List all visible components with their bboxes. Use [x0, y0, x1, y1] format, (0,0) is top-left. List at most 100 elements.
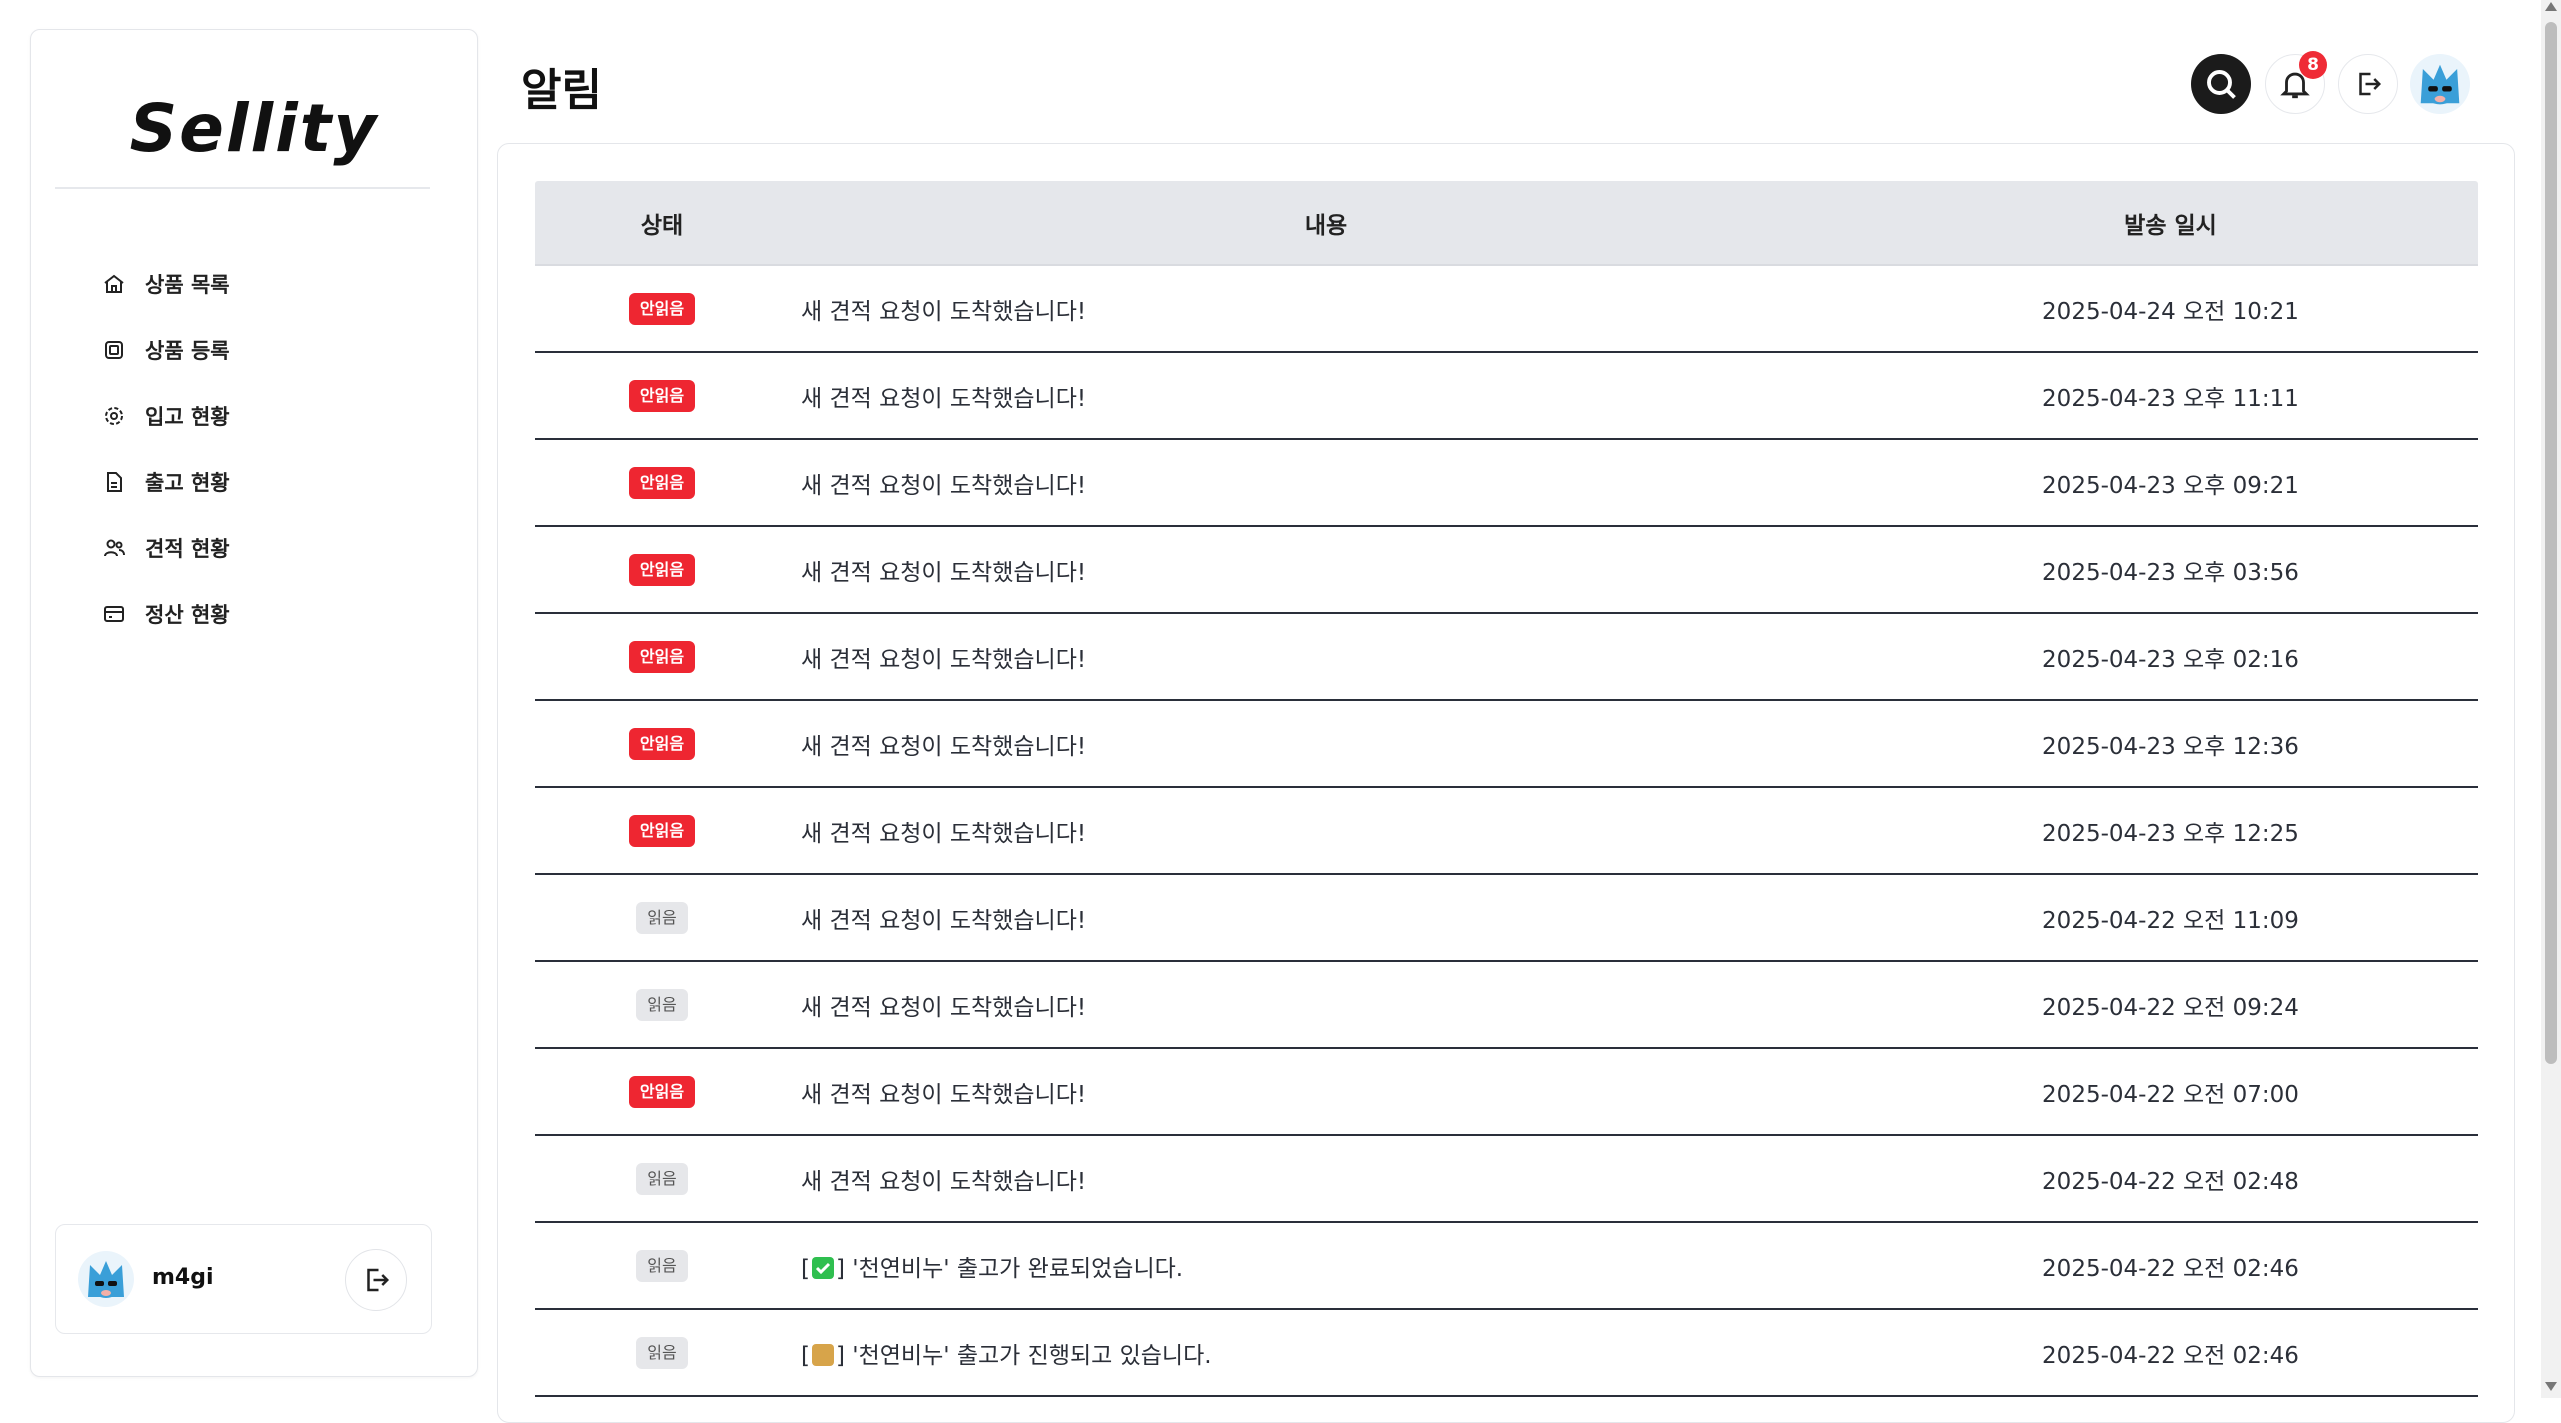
- sidebar-item-label: 견적 현황: [145, 537, 230, 561]
- sidebar-item-settlement[interactable]: 정산 현황: [101, 592, 230, 636]
- notification-content: [ ] '천연비누' 출고가 진행되고 있습니다.: [789, 1336, 1863, 1370]
- table-row[interactable]: 읽음 새 견적 요청이 도착했습니다! 2025-04-22 오전 09:24: [535, 962, 2478, 1049]
- logout-icon: [367, 1268, 390, 1292]
- header-logout-button[interactable]: [2338, 54, 2398, 114]
- status-badge: 읽음: [636, 1162, 688, 1195]
- table-row[interactable]: 읽음 [ ] '천연비누' 출고가 진행되고 있습니다. 2025-04-22 오…: [535, 1310, 2478, 1397]
- cube-icon: [101, 337, 127, 363]
- notification-content: 새 견적 요청이 도착했습니다!: [801, 472, 1087, 499]
- notification-content: 새 견적 요청이 도착했습니다!: [801, 298, 1087, 325]
- notification-content: 새 견적 요청이 도착했습니다!: [801, 1081, 1087, 1108]
- notification-date: 2025-04-23 오후 09:21: [2042, 472, 2299, 499]
- status-badge: 읽음: [636, 1249, 688, 1282]
- document-icon: [101, 469, 127, 495]
- table-row[interactable]: 안읽음 새 견적 요청이 도착했습니다! 2025-04-23 오후 12:25: [535, 788, 2478, 875]
- notification-content: 새 견적 요청이 도착했습니다!: [801, 907, 1087, 934]
- cat-avatar-icon: [78, 1251, 134, 1307]
- sidebar-item-label: 출고 현황: [145, 471, 230, 495]
- notification-date: 2025-04-22 오전 07:00: [2042, 1081, 2299, 1108]
- notification-content: [ ] '천연비누' 출고가 완료되었습니다.: [789, 1249, 1863, 1283]
- status-badge: 안읽음: [628, 727, 696, 760]
- sidebar-item-label: 상품 등록: [145, 339, 230, 363]
- table-header: 상태 내용 발송 일시: [535, 181, 2478, 266]
- notification-count-badge: 8: [2299, 51, 2327, 79]
- divider: [55, 187, 430, 189]
- table-row[interactable]: 읽음 새 견적 요청이 도착했습니다! 2025-04-22 오전 02:48: [535, 1136, 2478, 1223]
- users-icon: [101, 535, 127, 561]
- column-header-content: 내용: [1304, 212, 1348, 239]
- home-icon: [101, 271, 127, 297]
- notification-date: 2025-04-22 오전 02:48: [2042, 1168, 2299, 1195]
- table-row[interactable]: 안읽음 새 견적 요청이 도착했습니다! 2025-04-23 오후 02:16: [535, 614, 2478, 701]
- content-text: ] '천연비누' 출고가 진행되고 있습니다.: [835, 1342, 1212, 1369]
- search-button[interactable]: [2191, 54, 2251, 114]
- status-badge: 읽음: [636, 1336, 688, 1369]
- notification-date: 2025-04-22 오전 11:09: [2042, 907, 2299, 934]
- sidebar: Sellity 상품 목록 상품 등록 입고 현황 출고 현황 견적 현황 정산…: [30, 29, 478, 1377]
- scroll-up-arrow-icon[interactable]: [2545, 2, 2557, 11]
- sidebar-item-inbound[interactable]: 입고 현황: [101, 394, 230, 438]
- table-row[interactable]: 안읽음 새 견적 요청이 도착했습니다! 2025-04-23 오후 11:11: [535, 353, 2478, 440]
- card-icon: [101, 601, 127, 627]
- notification-date: 2025-04-24 오전 10:21: [2042, 298, 2299, 325]
- sidebar-item-outbound[interactable]: 출고 현황: [101, 460, 230, 504]
- content-prefix: [: [801, 1255, 810, 1282]
- notification-content: 새 견적 요청이 도착했습니다!: [801, 820, 1087, 847]
- search-icon: [2207, 70, 2236, 99]
- user-name: m4gi: [152, 1265, 214, 1290]
- table-row[interactable]: 읽음 새 견적 요청이 도착했습니다! 2025-04-22 오전 11:09: [535, 875, 2478, 962]
- notification-content: 새 견적 요청이 도착했습니다!: [801, 646, 1087, 673]
- scroll-down-arrow-icon[interactable]: [2545, 1382, 2557, 1391]
- notification-content: 새 견적 요청이 도착했습니다!: [801, 1168, 1087, 1195]
- logout-icon: [2359, 72, 2382, 96]
- page-title: 알림: [521, 65, 602, 116]
- status-badge: 안읽음: [628, 640, 696, 673]
- check-emoji-icon: [811, 1256, 834, 1279]
- sidebar-nav: 상품 목록 상품 등록 입고 현황 출고 현황 견적 현황 정산 현황: [101, 262, 230, 658]
- status-badge: 안읽음: [628, 466, 696, 499]
- table-row[interactable]: 안읽음 새 견적 요청이 도착했습니다! 2025-04-22 오전 07:00: [535, 1049, 2478, 1136]
- table-row[interactable]: 읽음 [ ] '천연비누' 출고가 완료되었습니다. 2025-04-22 오전 …: [535, 1223, 2478, 1310]
- notification-date: 2025-04-23 오후 03:56: [2042, 559, 2299, 586]
- app-logo[interactable]: Sellity: [31, 90, 477, 167]
- sidebar-item-label: 정산 현황: [145, 603, 230, 627]
- notification-content: 새 견적 요청이 도착했습니다!: [801, 385, 1087, 412]
- table-row[interactable]: 안읽음 새 견적 요청이 도착했습니다! 2025-04-23 오후 03:56: [535, 527, 2478, 614]
- column-header-status: 상태: [640, 212, 684, 239]
- content-text: ] '천연비누' 출고가 완료되었습니다.: [835, 1255, 1184, 1282]
- sidebar-item-product-register[interactable]: 상품 등록: [101, 328, 230, 372]
- sidebar-item-label: 상품 목록: [145, 273, 230, 297]
- sidebar-item-quotes[interactable]: 견적 현황: [101, 526, 230, 570]
- status-badge: 안읽음: [628, 1075, 696, 1108]
- notification-content: 새 견적 요청이 도착했습니다!: [801, 994, 1087, 1021]
- column-header-date: 발송 일시: [2124, 212, 2217, 239]
- sidebar-item-product-list[interactable]: 상품 목록: [101, 262, 230, 306]
- cat-avatar-icon[interactable]: [2410, 54, 2470, 114]
- page-scrollbar[interactable]: [2541, 0, 2561, 1398]
- table-row[interactable]: 안읽음 새 견적 요청이 도착했습니다! 2025-04-24 오전 10:21: [535, 266, 2478, 353]
- status-badge: 안읽음: [628, 379, 696, 412]
- table-row[interactable]: 안읽음 새 견적 요청이 도착했습니다! 2025-04-23 오후 12:36: [535, 701, 2478, 788]
- notification-date: 2025-04-23 오후 12:25: [2042, 820, 2299, 847]
- status-badge: 안읽음: [628, 292, 696, 325]
- sidebar-item-label: 입고 현황: [145, 405, 230, 429]
- sidebar-logout-button[interactable]: [345, 1249, 407, 1311]
- content-prefix: [: [801, 1342, 810, 1369]
- notification-date: 2025-04-23 오후 02:16: [2042, 646, 2299, 673]
- package-emoji-icon: [811, 1343, 834, 1366]
- scrollbar-thumb[interactable]: [2545, 22, 2557, 1064]
- user-card: m4gi: [55, 1224, 432, 1334]
- notification-date: 2025-04-23 오후 12:36: [2042, 733, 2299, 760]
- notifications-table: 상태 내용 발송 일시 안읽음 새 견적 요청이 도착했습니다! 2025-04…: [535, 181, 2478, 1397]
- notification-date: 2025-04-22 오전 02:46: [2042, 1255, 2299, 1282]
- status-badge: 읽음: [636, 901, 688, 934]
- notification-content: 새 견적 요청이 도착했습니다!: [801, 733, 1087, 760]
- notification-date: 2025-04-23 오후 11:11: [2042, 385, 2299, 412]
- notification-date: 2025-04-22 오전 09:24: [2042, 994, 2299, 1021]
- gear-icon: [101, 403, 127, 429]
- status-badge: 안읽음: [628, 553, 696, 586]
- notification-date: 2025-04-22 오전 02:46: [2042, 1342, 2299, 1369]
- status-badge: 안읽음: [628, 814, 696, 847]
- table-row[interactable]: 안읽음 새 견적 요청이 도착했습니다! 2025-04-23 오후 09:21: [535, 440, 2478, 527]
- status-badge: 읽음: [636, 988, 688, 1021]
